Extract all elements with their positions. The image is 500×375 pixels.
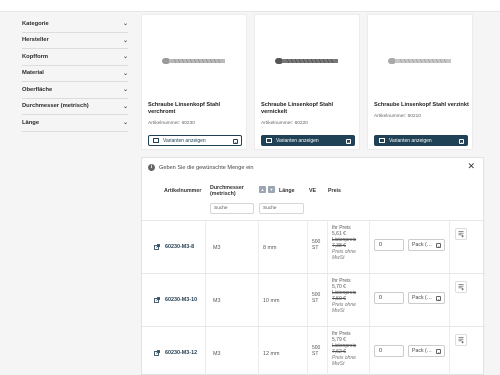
chevron-down-icon: ⌄ (459, 138, 464, 144)
price-block: Ihr Preis 5,79 € Listenpreis 7,62 € Prei… (332, 331, 357, 367)
quantity-input[interactable]: 0 (374, 292, 404, 304)
variants-panel: i Geben Sie die gewünschte Menge ein ✕ A… (141, 157, 485, 375)
durchmesser-value: M3 (213, 351, 221, 357)
unit-select[interactable]: Pack (… ⌄ (408, 292, 445, 304)
filter-durchmesser[interactable]: Durchmesser (metrisch) ⌄ (22, 99, 128, 115)
quantity-input[interactable]: 0 (374, 345, 404, 357)
table-row: 60230-M3-10 M3 10 mm 500 ST Ihr Preis 5,7… (142, 273, 485, 327)
info-message: i Geben Sie die gewünschte Menge ein (148, 164, 254, 171)
cart-list-icon (458, 231, 464, 238)
screw-image (275, 58, 338, 64)
filter-hersteller[interactable]: Hersteller ⌄ (22, 33, 128, 49)
laenge-search-input[interactable]: Suche (259, 203, 304, 214)
quantity-input[interactable]: 0 (374, 239, 404, 251)
add-to-cart-button[interactable] (455, 228, 467, 240)
table-row: 60230-M3-8 M3 8 mm 500 ST Ihr Preis 5,61 … (142, 220, 485, 274)
price-block: Ihr Preis 5,61 € Listenpreis 7,38 € Prei… (332, 225, 357, 261)
product-title[interactable]: Schraube Linsenkopf Stahl verchromt (148, 102, 244, 116)
header-preis: Preis (328, 188, 341, 194)
product-card[interactable]: Schraube Linsenkopf Stahl vernickelt Art… (254, 14, 360, 150)
chevron-down-icon: ⌄ (346, 138, 351, 144)
price-block: Ihr Preis 5,70 € Listenpreis 7,50 € Prei… (332, 278, 357, 314)
chevron-down-icon: ⌄ (122, 103, 128, 110)
header-laenge: Länge (279, 188, 295, 194)
sort-down-icon[interactable]: ▼ (268, 186, 275, 193)
ve-value: 500 ST (312, 292, 321, 304)
product-card[interactable]: Schraube Linsenkopf Stahl verchromt Arti… (141, 14, 247, 150)
product-title[interactable]: Schraube Linsenkopf Stahl verzinkt (374, 102, 470, 109)
chevron-down-icon: ⌄ (122, 21, 128, 28)
chevron-down-icon: ⌄ (122, 87, 128, 94)
laenge-value: 12 mm (263, 351, 280, 357)
sort-up-icon[interactable]: ▲ (259, 186, 266, 193)
filter-material[interactable]: Material ⌄ (22, 66, 128, 82)
filter-kopfform[interactable]: Kopfform ⌄ (22, 49, 128, 66)
product-title[interactable]: Schraube Linsenkopf Stahl vernickelt (261, 102, 357, 116)
close-icon[interactable]: ✕ (467, 161, 475, 172)
filter-sidebar: Kategorie ⌄ Hersteller ⌄ Kopfform ⌄ Materia… (22, 16, 128, 132)
add-to-cart-button[interactable] (455, 281, 467, 293)
ve-value: 500 ST (312, 345, 321, 357)
show-variants-button[interactable]: Varianten anzeigen ⌄ (261, 135, 355, 146)
product-artnr: Artikelnummer: 60210 (374, 114, 421, 119)
unit-select[interactable]: Pack (… ⌄ (408, 345, 445, 357)
chevron-down-icon: ⌄ (436, 242, 441, 248)
grid-icon (266, 138, 272, 143)
unit-select[interactable]: Pack (… ⌄ (408, 239, 445, 251)
info-icon: i (148, 164, 155, 171)
filter-kategorie[interactable]: Kategorie ⌄ (22, 16, 128, 33)
chevron-down-icon: ⌄ (122, 54, 128, 61)
external-link-icon (154, 350, 160, 356)
header-durchmesser: Durchmesser (metrisch) (210, 185, 244, 197)
durchmesser-value: M3 (213, 298, 221, 304)
cart-list-icon (458, 284, 464, 291)
product-card[interactable]: Schraube Linsenkopf Stahl verzinkt Artik… (367, 14, 473, 150)
grid-icon (379, 138, 385, 143)
article-link[interactable]: 60230-M3-12 (154, 350, 197, 356)
product-artnr: Artikelnummer: 60220 (261, 121, 308, 126)
chevron-down-icon: ⌄ (436, 348, 441, 354)
chevron-down-icon: ⌄ (122, 70, 128, 77)
screw-image (388, 58, 451, 64)
chevron-down-icon: ⌄ (122, 120, 128, 127)
screw-image (162, 58, 225, 64)
grid-icon (153, 138, 159, 143)
show-variants-button[interactable]: Varianten anzeigen ⌄ (374, 135, 468, 146)
filter-laenge[interactable]: Länge ⌄ (22, 115, 128, 132)
top-header-bar (0, 0, 500, 12)
add-to-cart-button[interactable] (455, 334, 467, 346)
header-artikelnummer: Artikelnummer (164, 188, 202, 194)
external-link-icon (154, 244, 160, 250)
show-variants-button[interactable]: Varianten anzeigen ⌄ (148, 135, 242, 146)
product-artnr: Artikelnummer: 60230 (148, 121, 195, 126)
table-row: 60230-M3-12 M3 12 mm 500 ST Ihr Preis 5,7… (142, 326, 485, 375)
external-link-icon (154, 297, 160, 303)
article-link[interactable]: 60230-M3-10 (154, 297, 197, 303)
article-link[interactable]: 60230-M3-8 (154, 244, 194, 250)
durchmesser-value: M3 (213, 245, 221, 251)
chevron-down-icon: ⌄ (122, 37, 128, 44)
ve-value: 500 ST (312, 239, 321, 251)
header-ve: VE (309, 188, 317, 194)
chevron-down-icon: ⌄ (233, 138, 238, 144)
cart-list-icon (458, 337, 464, 344)
durchmesser-search-input[interactable]: Suche (210, 203, 254, 214)
filter-oberflaeche[interactable]: Oberfläche ⌄ (22, 82, 128, 99)
chevron-down-icon: ⌄ (436, 295, 441, 301)
laenge-value: 10 mm (263, 298, 280, 304)
laenge-value: 8 mm (263, 245, 277, 251)
